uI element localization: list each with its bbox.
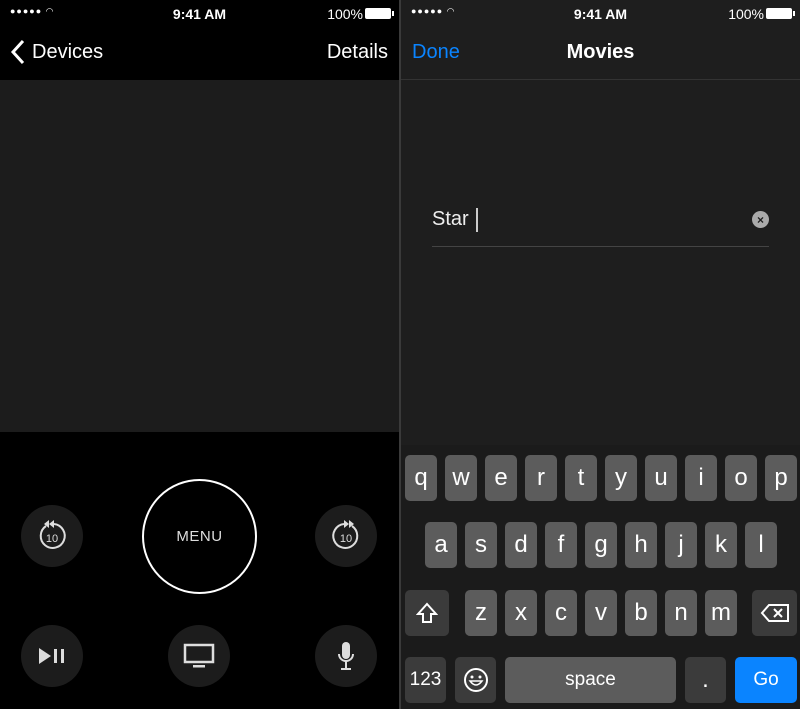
key-x[interactable]: x [505, 590, 537, 636]
clear-icon[interactable]: × [752, 211, 769, 228]
period-key[interactable]: . [685, 657, 726, 703]
battery-percent: 100% [728, 6, 764, 22]
key-k[interactable]: k [705, 522, 737, 568]
key-h[interactable]: h [625, 522, 657, 568]
numbers-key[interactable]: 123 [405, 657, 446, 703]
key-d[interactable]: d [505, 522, 537, 568]
key-v[interactable]: v [585, 590, 617, 636]
page-title: Movies [566, 41, 635, 63]
emoji-icon [463, 668, 488, 692]
battery-icon [766, 8, 795, 19]
menu-button[interactable]: MENU [142, 479, 257, 594]
key-u[interactable]: u [645, 455, 677, 501]
nav-bar: Devices Details [0, 26, 399, 80]
key-g[interactable]: g [585, 522, 617, 568]
key-s[interactable]: s [465, 522, 497, 568]
back-button[interactable]: Devices [10, 39, 103, 65]
home-tv-button[interactable] [168, 625, 230, 687]
chevron-left-icon [10, 39, 25, 65]
key-p[interactable]: p [765, 455, 797, 501]
microphone-icon [338, 642, 354, 670]
touch-surface[interactable] [0, 80, 399, 432]
svg-text:10: 10 [46, 533, 58, 545]
key-q[interactable]: q [405, 455, 437, 501]
key-l[interactable]: l [745, 522, 777, 568]
shift-key[interactable] [405, 590, 449, 636]
nav-bar: Done Movies [401, 26, 800, 80]
backspace-icon [760, 604, 789, 622]
battery-icon [365, 8, 394, 19]
key-c[interactable]: c [545, 590, 577, 636]
key-r[interactable]: r [525, 455, 557, 501]
delete-key[interactable] [752, 590, 797, 636]
key-b[interactable]: b [625, 590, 657, 636]
go-button[interactable]: Go [735, 657, 797, 703]
key-e[interactable]: e [485, 455, 517, 501]
key-y[interactable]: y [605, 455, 637, 501]
skip-forward-button[interactable]: 10 [315, 505, 377, 567]
key-n[interactable]: n [665, 590, 697, 636]
search-input[interactable]: Star × [432, 205, 769, 247]
key-f[interactable]: f [545, 522, 577, 568]
details-button[interactable]: Details [327, 41, 388, 64]
key-i[interactable]: i [685, 455, 717, 501]
svg-text:10: 10 [340, 533, 352, 545]
search-panel: ●●●●● ◠ 9:41 AM 100% Done Movies Star × … [401, 0, 800, 709]
menu-label: MENU [176, 528, 223, 545]
back-label: Devices [32, 40, 104, 63]
text-cursor [476, 208, 478, 232]
shift-icon [416, 602, 438, 623]
play-pause-button[interactable] [21, 625, 83, 687]
key-t[interactable]: t [565, 455, 597, 501]
key-a[interactable]: a [425, 522, 457, 568]
emoji-key[interactable] [455, 657, 496, 703]
space-key[interactable]: space [505, 657, 676, 703]
key-z[interactable]: z [465, 590, 497, 636]
play-pause-icon [39, 648, 64, 664]
status-bar: ●●●●● ︎◠ 9:41 AM 100% [0, 0, 399, 26]
remote-panel: ●●●●● ︎◠ 9:41 AM 100% Devices Details 10… [0, 0, 399, 709]
tv-icon [183, 643, 215, 668]
battery-percent: 100% [327, 6, 363, 22]
key-o[interactable]: o [725, 455, 757, 501]
skip-forward-10-icon: 10 [332, 520, 359, 549]
key-m[interactable]: m [705, 590, 737, 636]
status-bar: ●●●●● ◠ 9:41 AM 100% [401, 0, 800, 26]
search-value: Star [432, 208, 469, 230]
skip-back-button[interactable]: 10 [21, 505, 83, 567]
siri-button[interactable] [315, 625, 377, 687]
key-j[interactable]: j [665, 522, 697, 568]
skip-back-10-icon: 10 [39, 520, 66, 549]
key-w[interactable]: w [445, 455, 477, 501]
